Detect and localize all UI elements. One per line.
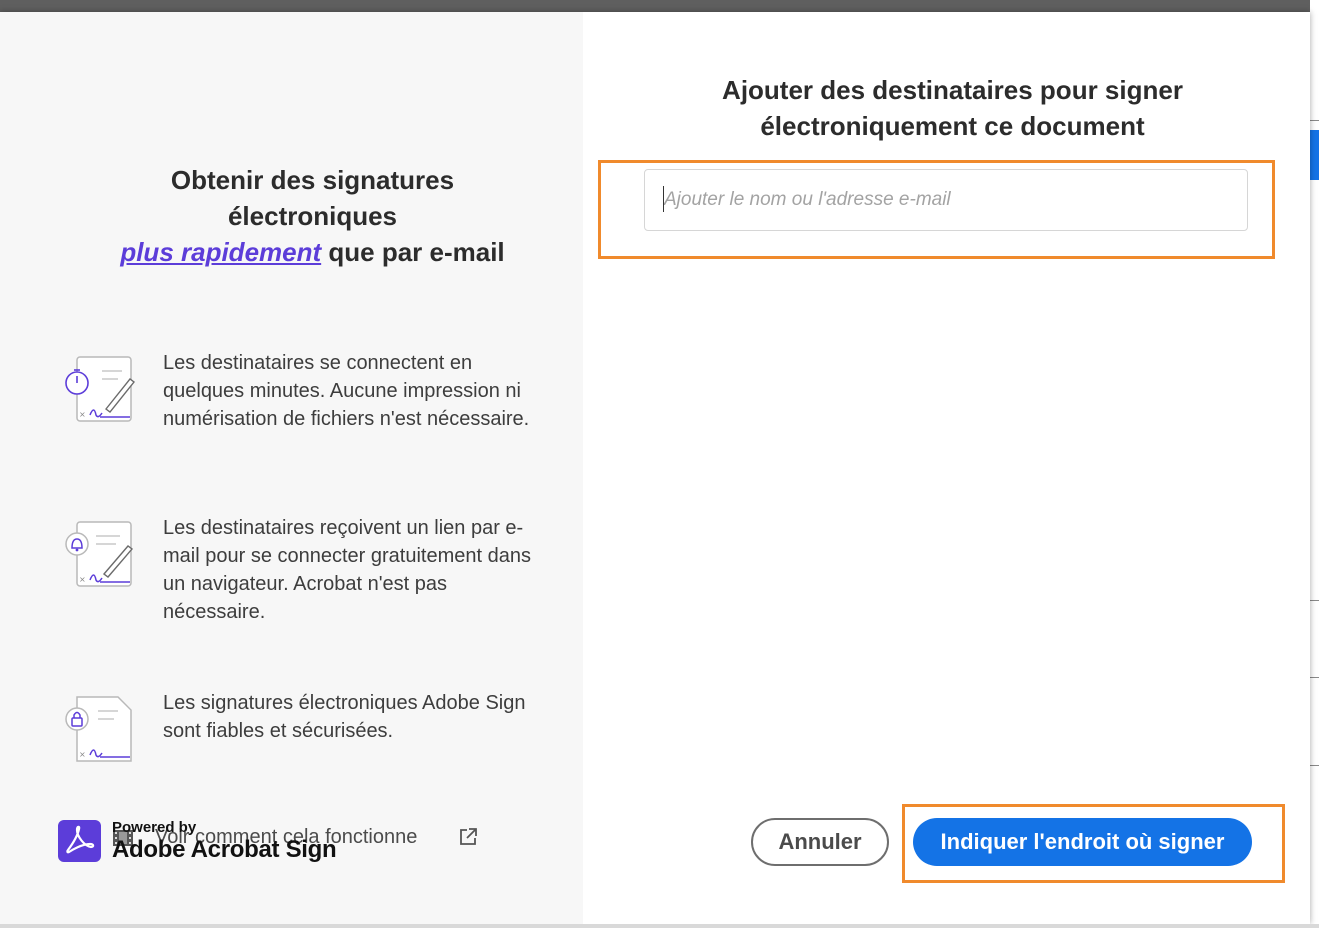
feature-text: Les destinataires reçoivent un lien par … xyxy=(163,517,531,623)
place-signature-button[interactable]: Indiquer l'endroit où signer xyxy=(913,818,1252,866)
heading-emphasis: plus rapidement xyxy=(120,237,322,267)
acrobat-logo-icon xyxy=(66,825,95,854)
external-link-icon[interactable] xyxy=(458,827,478,847)
acrobat-sign-logo xyxy=(58,820,101,862)
lock-document-icon: × xyxy=(65,696,132,762)
heading-line: Obtenir des signatures xyxy=(170,165,455,195)
product-name: Adobe Acrobat Sign xyxy=(112,836,337,863)
title-line: électroniquement ce document xyxy=(760,111,1145,141)
svg-text:×: × xyxy=(79,750,86,759)
cancel-button[interactable]: Annuler xyxy=(751,818,889,866)
background-status-strip xyxy=(0,924,1319,928)
clock-document-pen-icon: × xyxy=(65,356,135,422)
heading-suffix: que par e-mail xyxy=(321,237,505,267)
recipient-input[interactable] xyxy=(644,169,1248,231)
svg-text:×: × xyxy=(79,575,86,584)
feature-text: Les signatures électroniques Adobe Sign … xyxy=(163,692,526,742)
background-document-edge xyxy=(1310,0,1319,928)
text-caret xyxy=(663,186,664,212)
title-line: Ajouter des destinataires pour signer xyxy=(722,75,1183,105)
benefits-panel: Obtenir des signatures électroniques plu… xyxy=(0,12,583,924)
benefits-heading: Obtenir des signatures électroniques plu… xyxy=(40,162,585,270)
heading-line: électroniques xyxy=(227,201,398,231)
feature-text: Les destinataires se connectent en quelq… xyxy=(163,352,530,430)
background-app-toolbar xyxy=(0,0,1319,12)
send-for-signature-dialog: Obtenir des signatures électroniques plu… xyxy=(0,12,1310,924)
bell-document-pen-icon: × xyxy=(65,521,134,587)
heading-line: plus rapidement que par e-mail xyxy=(40,234,585,270)
dialog-title: Ajouter des destinataires pour signer él… xyxy=(600,72,1305,144)
powered-by-label: Powered by xyxy=(112,819,197,836)
svg-text:×: × xyxy=(79,410,86,419)
